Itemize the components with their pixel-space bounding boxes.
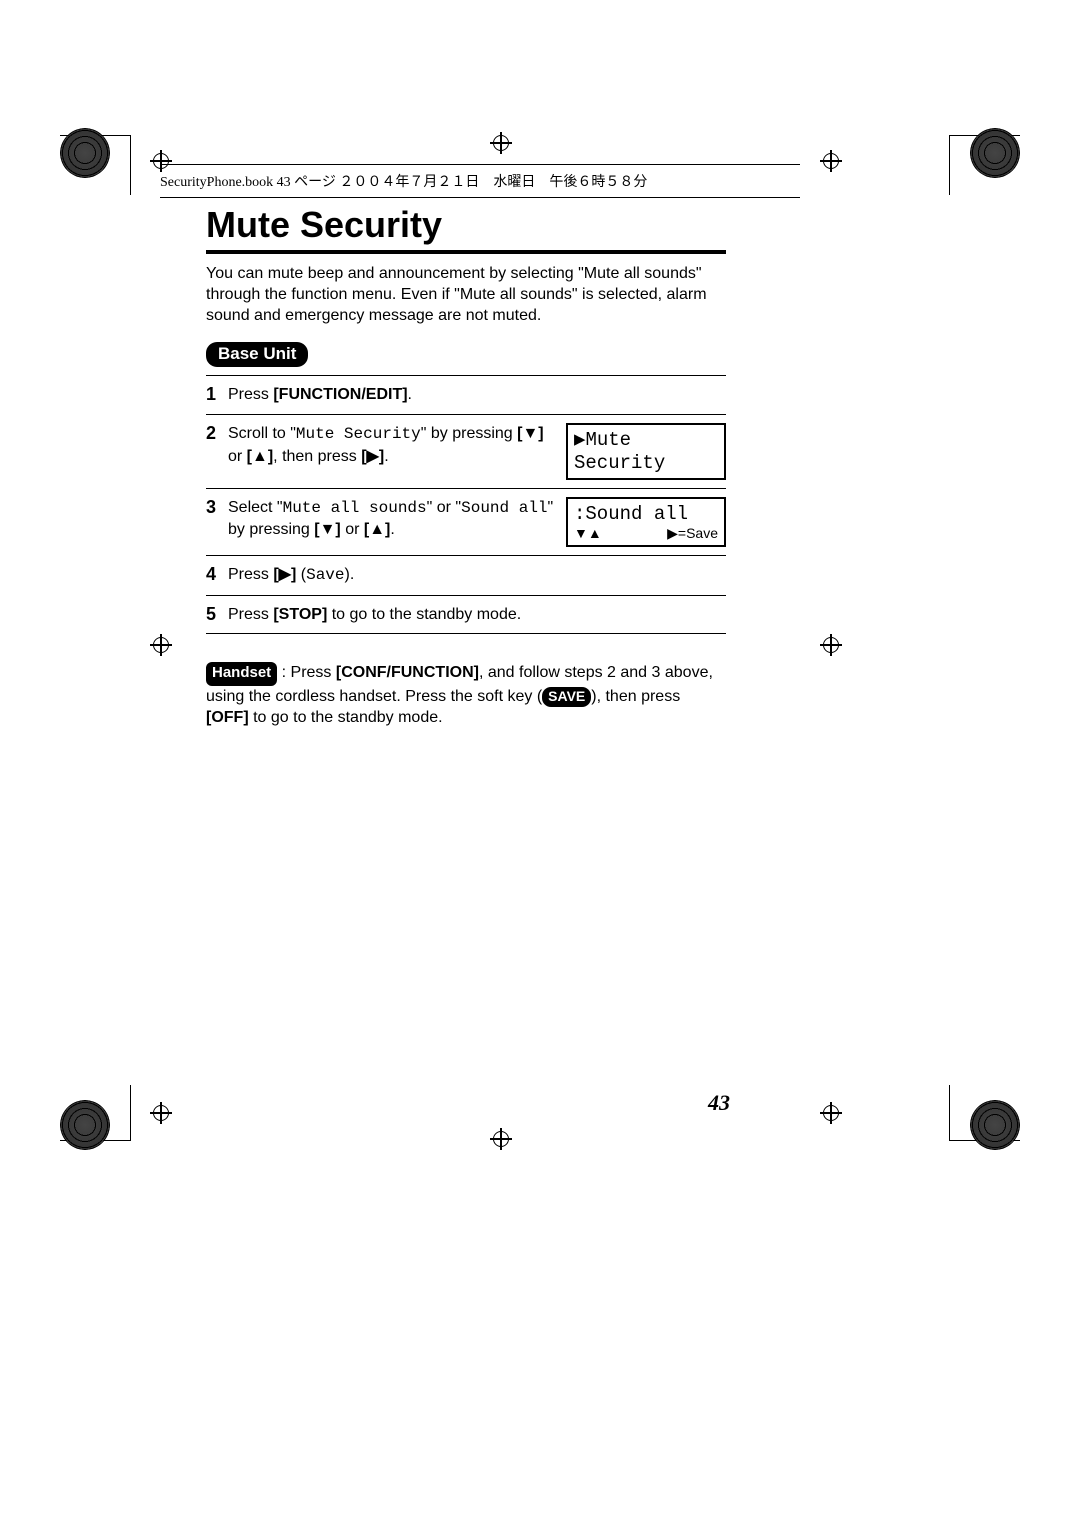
key-label: [FUNCTION/EDIT]: [273, 386, 407, 403]
corner-ornament-icon: [60, 128, 110, 178]
text: to go to the standby mode.: [327, 606, 521, 623]
lcd-text: Mute Security: [296, 425, 421, 443]
softkey-save: SAVE: [542, 687, 591, 707]
lcd-box: :Sound all ▼▲ ▶=Save: [566, 497, 726, 548]
crop-rule: [130, 1085, 131, 1141]
text: or: [341, 521, 364, 538]
steps-list: 1 Press [FUNCTION/EDIT]. 2 Scroll to "Mu…: [206, 375, 726, 634]
key-label: [OFF]: [206, 709, 249, 726]
text: .: [384, 448, 388, 465]
key-up-icon: [▲]: [247, 448, 274, 465]
text: Scroll to ": [228, 425, 296, 442]
step-2: 2 Scroll to "Mute Security" by pressing …: [206, 414, 726, 488]
lcd-text: Mute all sounds: [283, 499, 427, 517]
text: Press: [228, 606, 273, 623]
registration-mark-icon: [820, 634, 842, 656]
step-number: 4: [206, 564, 228, 585]
text: .: [390, 521, 394, 538]
registration-mark-icon: [820, 1102, 842, 1124]
title-underline: [206, 250, 726, 254]
step-number: 3: [206, 497, 228, 518]
step-5: 5 Press [STOP] to go to the standby mode…: [206, 595, 726, 635]
key-right-icon: [▶]: [361, 448, 384, 465]
text: .: [408, 386, 412, 403]
text: or: [228, 448, 247, 465]
lcd-line: :Sound all: [574, 503, 718, 526]
text: ).: [345, 566, 355, 583]
text: Press: [228, 386, 273, 403]
text: Select ": [228, 499, 283, 516]
text: : Press: [277, 664, 336, 681]
lcd-display: ▶Mute Security: [566, 423, 726, 480]
key-down-icon: [▼]: [314, 521, 341, 538]
text: , then press: [273, 448, 361, 465]
corner-ornament-icon: [970, 1100, 1020, 1150]
lcd-line: ▶Mute Security: [566, 423, 726, 480]
step-number: 2: [206, 423, 228, 444]
text: (: [296, 566, 306, 583]
step-number: 1: [206, 384, 228, 405]
step-3: 3 Select "Mute all sounds" or "Sound all…: [206, 488, 726, 556]
corner-ornament-icon: [60, 1100, 110, 1150]
step-text: Scroll to "Mute Security" by pressing [▼…: [228, 423, 556, 467]
text: to go to the standby mode.: [249, 709, 443, 726]
step-number: 5: [206, 604, 228, 625]
page-number: 43: [708, 1090, 730, 1116]
section-base-unit: Base Unit: [206, 342, 308, 367]
print-page: SecurityPhone.book 43 ページ ２００４年７月２１日 水曜日…: [0, 0, 1080, 1528]
handset-paragraph: Handset : Press [CONF/FUNCTION], and fol…: [206, 662, 726, 728]
key-up-icon: [▲]: [364, 521, 391, 538]
running-head-text: SecurityPhone.book 43 ページ ２００４年７月２１日 水曜日…: [160, 175, 647, 190]
registration-mark-icon: [490, 132, 512, 154]
key-down-icon: [▼]: [517, 425, 544, 442]
lcd-nav-arrows-icon: ▼▲: [574, 525, 602, 542]
registration-mark-icon: [150, 1102, 172, 1124]
text: Press: [228, 566, 273, 583]
lcd-text: Sound all: [461, 499, 547, 517]
crop-rule: [60, 135, 61, 136]
step-text: Select "Mute all sounds" or "Sound all" …: [228, 497, 556, 541]
key-right-icon: [▶]: [273, 566, 296, 583]
registration-mark-icon: [490, 1128, 512, 1150]
registration-mark-icon: [820, 150, 842, 172]
lcd-display: :Sound all ▼▲ ▶=Save: [566, 497, 726, 548]
step-text: Press [▶] (Save).: [228, 564, 726, 587]
step-1: 1 Press [FUNCTION/EDIT].: [206, 375, 726, 414]
crop-rule: [949, 135, 950, 195]
crop-rule: [949, 1085, 950, 1141]
key-label: [CONF/FUNCTION]: [336, 664, 479, 681]
text: ), then press: [591, 688, 680, 705]
text: " by pressing: [421, 425, 517, 442]
step-4: 4 Press [▶] (Save).: [206, 555, 726, 595]
intro-paragraph: You can mute beep and announcement by se…: [206, 264, 726, 326]
text: " or ": [427, 499, 461, 516]
crop-rule: [130, 135, 131, 195]
corner-ornament-icon: [970, 128, 1020, 178]
step-text: Press [FUNCTION/EDIT].: [228, 384, 726, 406]
handset-pill: Handset: [206, 662, 277, 685]
key-label: [STOP]: [273, 606, 327, 623]
step-text: Press [STOP] to go to the standby mode.: [228, 604, 726, 626]
page-content: Mute Security You can mute beep and anno…: [206, 198, 726, 729]
page-title: Mute Security: [206, 204, 726, 246]
lcd-text: Save: [306, 566, 344, 584]
lcd-save-hint: ▶=Save: [667, 525, 718, 542]
registration-mark-icon: [150, 634, 172, 656]
